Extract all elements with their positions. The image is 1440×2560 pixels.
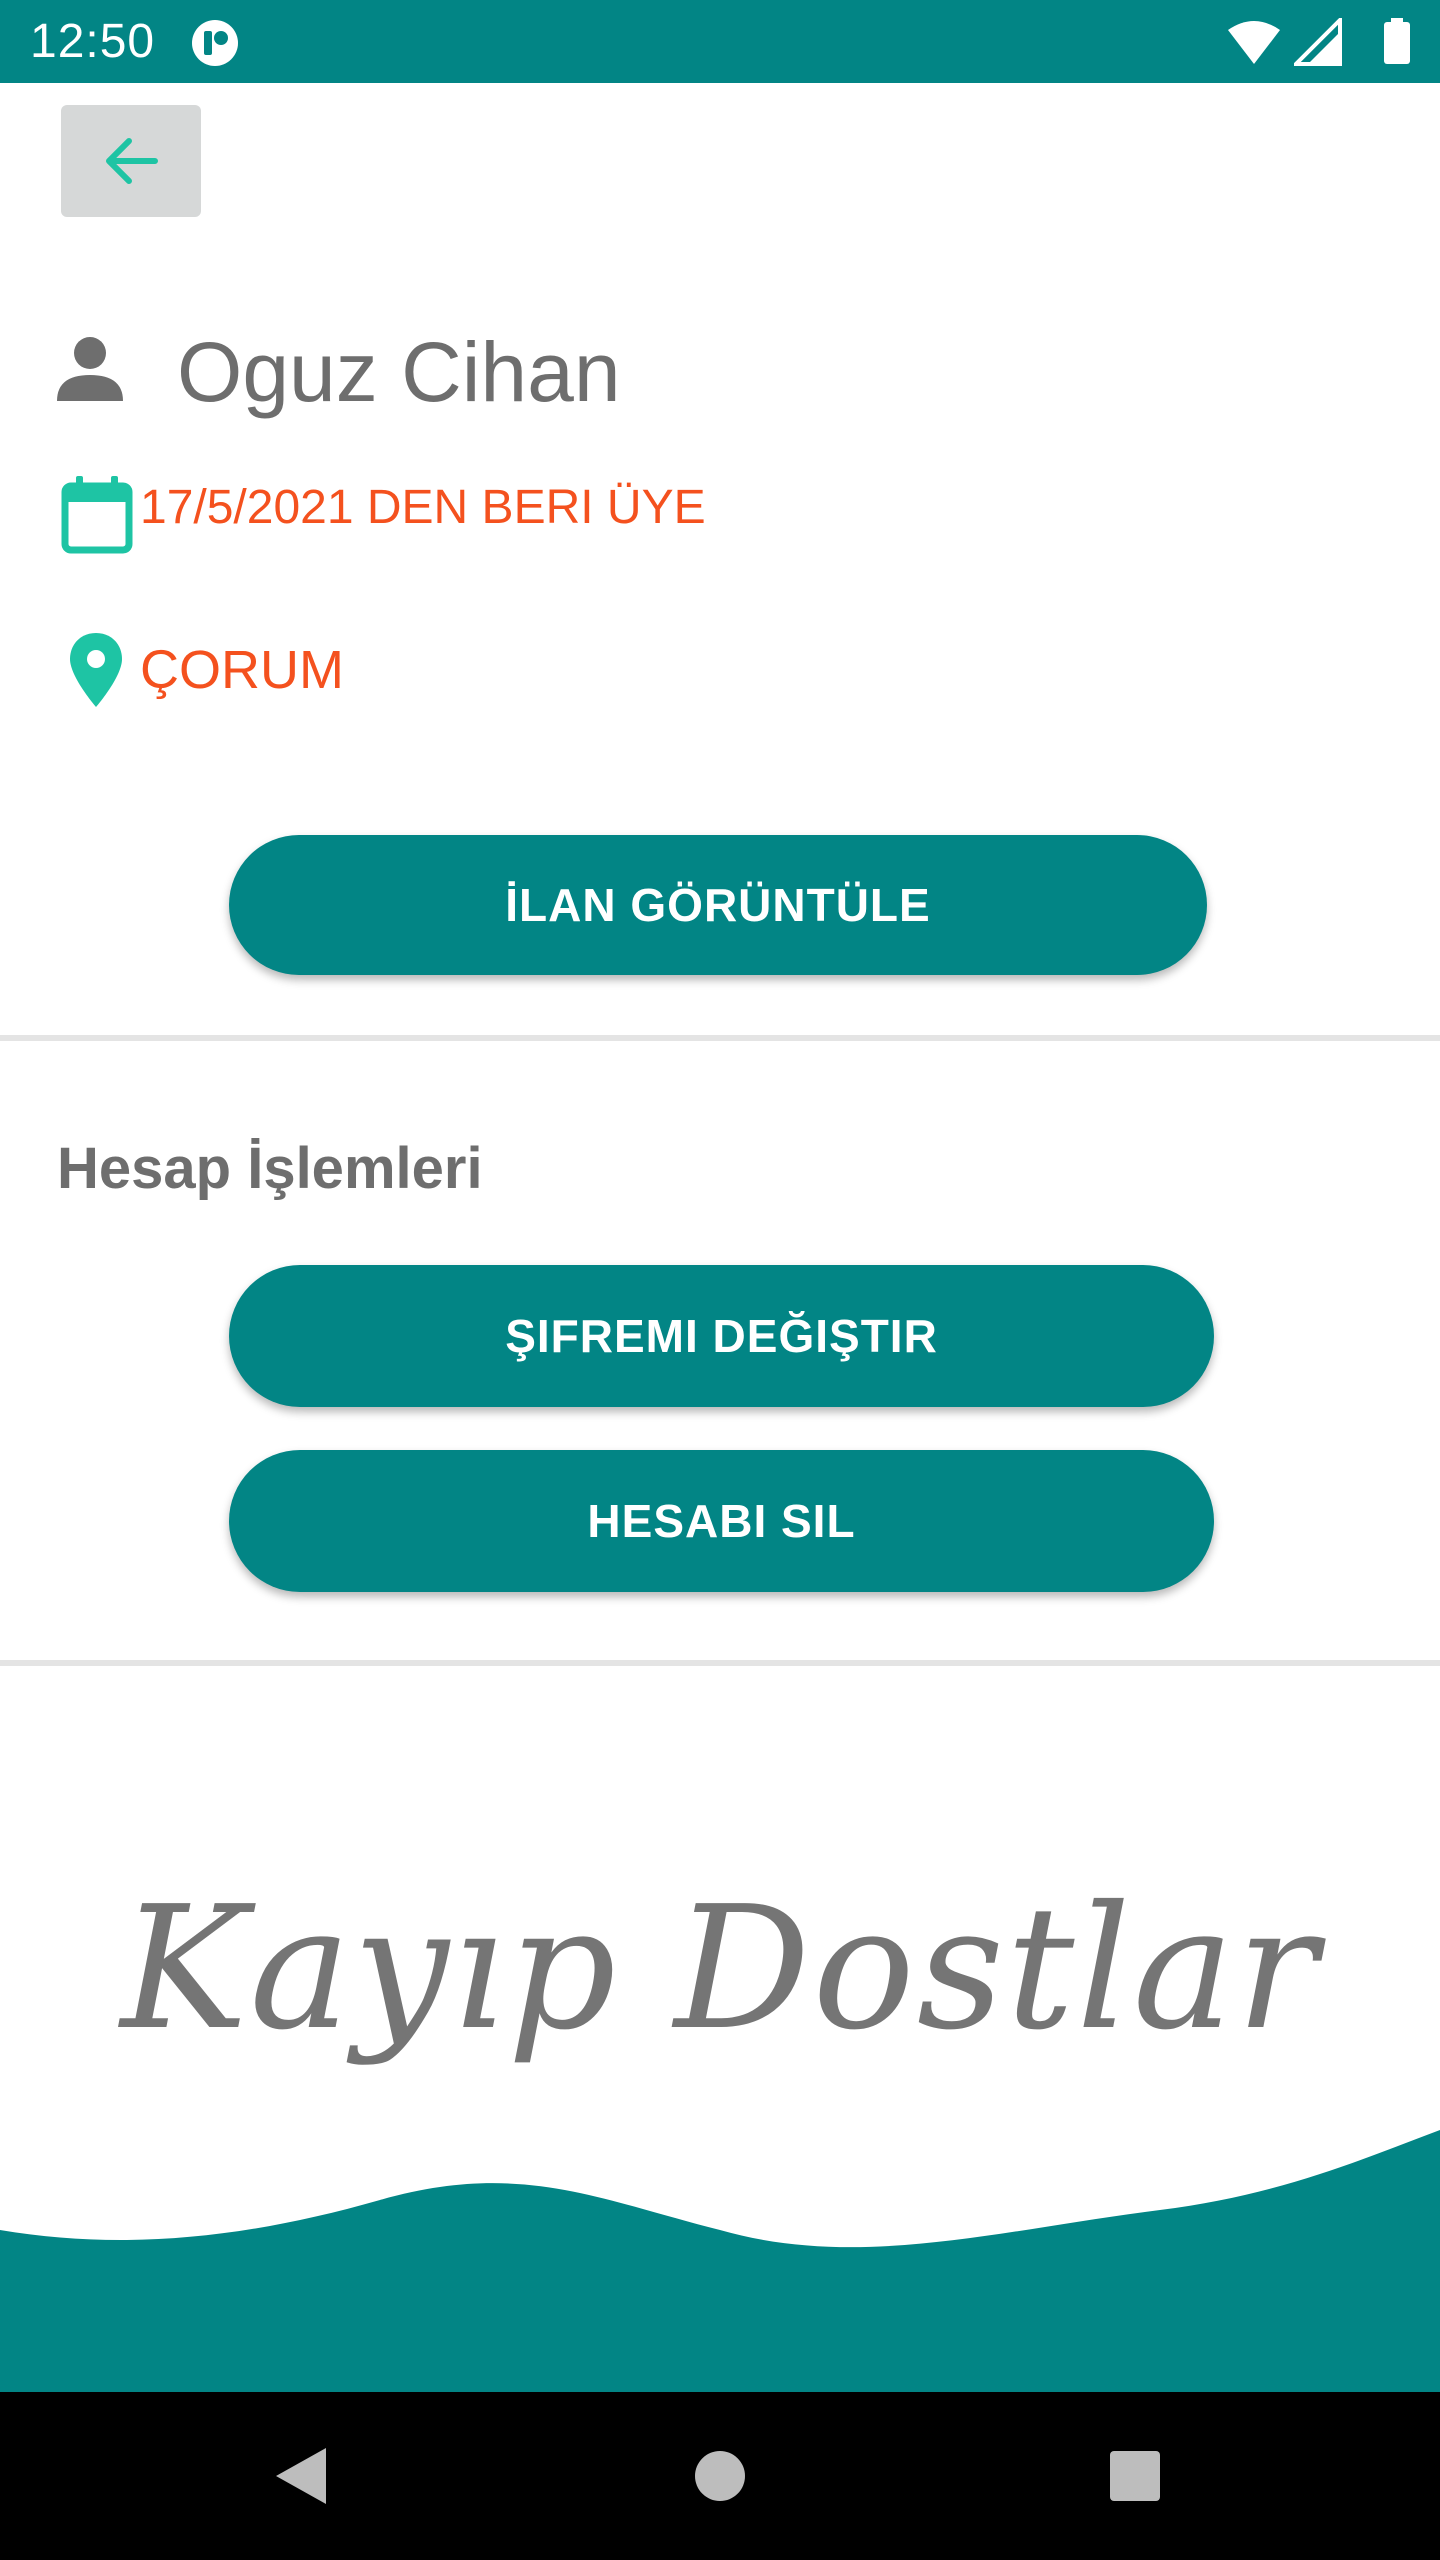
status-time: 12:50	[30, 15, 156, 68]
nav-home-icon	[695, 2451, 745, 2501]
nav-home-button[interactable]	[670, 2392, 770, 2560]
member-since-text: 17/5/2021 DEN BERI ÜYE	[140, 481, 706, 534]
location-text: ÇORUM	[140, 640, 344, 700]
arrow-left-icon	[106, 138, 158, 184]
brand-logo-text: Kayıp Dostlar	[120, 1870, 1320, 2068]
divider	[0, 1660, 1440, 1666]
divider	[0, 1035, 1440, 1041]
view-listings-button[interactable]: İLAN GÖRÜNTÜLE	[229, 835, 1207, 975]
battery-icon	[1384, 18, 1410, 64]
wifi-icon	[1228, 21, 1280, 64]
nav-recents-icon	[1110, 2451, 1160, 2501]
delete-account-button[interactable]: HESABI SIL	[229, 1450, 1214, 1592]
app-notification-icon	[192, 20, 238, 66]
navigation-bar	[0, 2392, 1440, 2560]
account-section-title: Hesap İşlemleri	[57, 1136, 483, 1201]
nav-recents-button[interactable]	[1085, 2392, 1185, 2560]
signal-icon	[1294, 18, 1342, 66]
change-password-button[interactable]: ŞIFREMI DEĞIŞTIR	[229, 1265, 1214, 1407]
nav-back-icon	[276, 2448, 326, 2504]
calendar-icon	[61, 476, 133, 554]
back-button[interactable]	[61, 105, 201, 217]
person-icon	[57, 337, 123, 401]
location-pin-icon	[70, 633, 122, 707]
status-bar: 12:50	[0, 0, 1440, 83]
wave-footer	[0, 2130, 1440, 2392]
profile-name-row: Oguz Cihan	[55, 318, 621, 419]
user-name: Oguz Cihan	[177, 325, 621, 419]
nav-back-button[interactable]	[250, 2392, 350, 2560]
